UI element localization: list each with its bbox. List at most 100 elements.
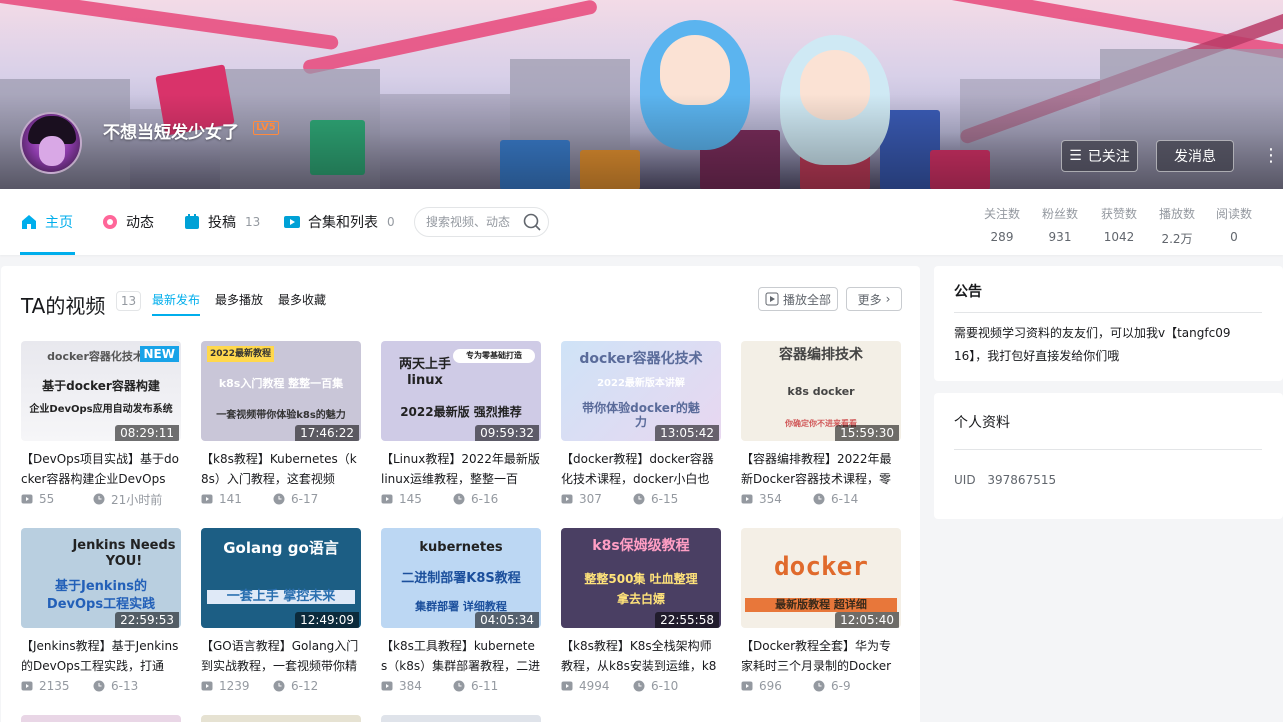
stat-label: 粉丝数 [1041,207,1078,221]
home-icon [22,215,36,229]
video-thumbnail[interactable]: docker 最新版教程 超详细 12:05:40 [741,528,901,628]
video-card[interactable]: docker容器化技术 2022最新版本讲解 带你体验docker的魅力 13:… [561,341,721,508]
video-title[interactable]: 【Jenkins教程】基于Jenkins的DevOps工程实践，打通 [21,636,181,676]
stat-plays: 播放数 2.2万 [1157,205,1197,247]
video-card[interactable]: Golang go语言 一套上手 掌控未来 12:49:09 【GO语言教程】G… [201,528,361,695]
video-title[interactable]: 【k8s教程】Kubernetes（k8s）入门教程，这套视频 [201,449,361,489]
view-count: 141 [219,492,242,506]
video-thumbnail[interactable] [21,715,181,722]
video-card[interactable]: 两天上手 linux 专为零基础打造 2022最新版 强烈推荐 09:59:32… [381,341,541,508]
video-title[interactable]: 【k8s工具教程】kubernetes（k8s）集群部署教程，二进 [381,636,541,676]
tab-collections[interactable]: 合集和列表 0 [283,189,395,255]
video-thumbnail[interactable] [381,715,541,722]
play-count-icon [381,494,393,504]
duration: 04:05:34 [475,612,539,628]
video-title[interactable]: 【docker教程】docker容器化技术课程，docker小白也能 [561,449,721,489]
stat-following[interactable]: 关注数 289 [983,205,1021,244]
thumb-text: docker容器化技术 [579,351,703,367]
video-thumbnail[interactable] [201,715,361,722]
tab-latest[interactable]: 最新发布 [152,291,201,316]
video-thumbnail[interactable]: Golang go语言 一套上手 掌控未来 12:49:09 [201,528,361,628]
video-title[interactable]: 【GO语言教程】Golang入门到实战教程，一套视频带你精 [201,636,361,676]
search-icon[interactable] [522,212,542,232]
upload-date: 6-14 [831,492,859,506]
tab-dynamics[interactable]: 动态 [101,189,154,255]
collection-icon [284,216,300,228]
thumb-text: 专为零基础打造 [453,349,535,363]
video-title[interactable]: 【容器编排教程】2022年最新Docker容器技术课程，零 [741,449,901,489]
view-count: 696 [759,679,782,693]
video-thumbnail[interactable]: kubernetes 二进制部署K8S教程 集群部署 详细教程 04:05:34 [381,528,541,628]
video-meta: 354 6-14 [741,490,901,508]
video-thumbnail[interactable]: 两天上手 linux 专为零基础打造 2022最新版 强烈推荐 09:59:32 [381,341,541,441]
video-title[interactable]: 【k8s教程】K8s全栈架构师教程，从k8s安装到运维，k8s最 [561,636,721,676]
video-card[interactable]: docker容器化技术栈 基于docker容器构建 企业DevOps应用自动发布… [21,341,181,508]
stat-label: 关注数 [983,207,1020,221]
video-thumbnail[interactable]: docker容器化技术 2022最新版本讲解 带你体验docker的魅力 13:… [561,341,721,441]
more-button[interactable]: 更多 › [846,287,902,311]
tab-home[interactable]: 主页 [20,189,75,255]
video-title[interactable]: 【Docker教程全套】华为专家耗时三个月录制的Docker [741,636,901,676]
stat-fans[interactable]: 粉丝数 931 [1040,205,1080,244]
video-card[interactable]: docker 最新版教程 超详细 12:05:40 【Docker教程全套】华为… [741,528,901,695]
play-count-icon [381,681,393,691]
play-count-icon [21,494,33,504]
username[interactable]: 不想当短发少女了 [103,118,239,143]
thumb-text: k8s docker [787,385,855,398]
tab-label: 合集和列表 [308,215,378,231]
follow-button[interactable]: ☰ 已关注 [1061,140,1138,172]
video-card[interactable]: Jenkins Needs YOU! 基于Jenkins的 DevOps工程实践… [21,528,181,695]
more-label: 更多 [857,292,882,307]
thumb-text: docker [774,552,868,582]
stat-label: 获赞数 [1100,207,1137,221]
message-button[interactable]: 发消息 [1156,140,1234,172]
notice-text: 需要视频学习资料的友友们，可以加我v【tangfc0916】，我打包好直接发给你… [954,326,1231,363]
upload-date: 6-9 [831,679,851,693]
tab-count: 0 [387,215,395,229]
video-meta: 145 6-16 [381,490,541,508]
video-card[interactable]: k8s保姆级教程 整整500集 吐血整理 拿去白嫖 22:55:58 【k8s教… [561,528,721,695]
thumb-text: 整整500集 吐血整理 [584,572,698,586]
thumb-text: 企业DevOps应用自动发布系统 [29,404,173,415]
video-thumbnail[interactable]: k8s保姆级教程 整整500集 吐血整理 拿去白嫖 22:55:58 [561,528,721,628]
play-count-icon [201,681,213,691]
video-thumbnail[interactable]: 容器编排技术 k8s docker 你确定你不进来看看 15:59:30 [741,341,901,441]
play-count-icon [21,681,33,691]
follow-label: 已关注 [1087,149,1130,165]
upload-date: 6-16 [471,492,499,506]
profile-title: 个人资料 [954,415,1010,431]
avatar[interactable] [20,112,82,174]
view-count: 1239 [219,679,250,693]
view-count: 145 [399,492,422,506]
video-title[interactable]: 【DevOps项目实战】基于docker容器构建企业DevOps [21,449,181,489]
view-count: 55 [39,492,55,506]
video-thumbnail[interactable]: Jenkins Needs YOU! 基于Jenkins的 DevOps工程实践… [21,528,181,628]
play-count-icon [201,494,213,504]
video-card[interactable]: 容器编排技术 k8s docker 你确定你不进来看看 15:59:30 【容器… [741,341,901,508]
tab-most-favorited[interactable]: 最多收藏 [278,291,326,308]
duration: 09:59:32 [475,425,539,441]
thumb-text: k8s入门教程 整整一百集 [218,377,344,390]
thumb-text: DevOps工程实践 [46,597,156,612]
thumb-text: 二进制部署K8S教程 [401,571,521,586]
view-count: 354 [759,492,782,506]
thumb-text: 拿去白嫖 [616,592,665,606]
tab-most-played[interactable]: 最多播放 [215,291,263,308]
video-card[interactable]: kubernetes 二进制部署K8S教程 集群部署 详细教程 04:05:34… [381,528,541,695]
notice-panel: 公告 需要视频学习资料的友友们，可以加我v【tangfc0916】，我打包好直接… [934,266,1283,381]
profile-panel: 个人资料 UID 397867515 [934,393,1283,519]
new-badge: NEW [139,346,179,362]
video-title[interactable]: 【Linux教程】2022年最新版linux运维教程，整整一百集， [381,449,541,489]
level-badge: LV5 [253,121,279,135]
more-options-icon[interactable]: ⋮ [1262,146,1280,166]
uid-row: UID 397867515 [954,473,1056,487]
tab-uploads[interactable]: 投稿 13 [183,189,260,255]
play-all-button[interactable]: 播放全部 [758,287,838,311]
notice-title: 公告 [954,284,982,300]
thumb-text: 2022最新版本讲解 [597,378,685,389]
video-card[interactable]: 2022最新教程 k8s入门教程 整整一百集 一套视频带你体验k8s的魅力 17… [201,341,361,508]
stat-value: 1042 [1103,230,1135,244]
duration: 15:59:30 [835,425,899,441]
video-thumbnail[interactable]: docker容器化技术栈 基于docker容器构建 企业DevOps应用自动发布… [21,341,181,441]
video-thumbnail[interactable]: 2022最新教程 k8s入门教程 整整一百集 一套视频带你体验k8s的魅力 17… [201,341,361,441]
